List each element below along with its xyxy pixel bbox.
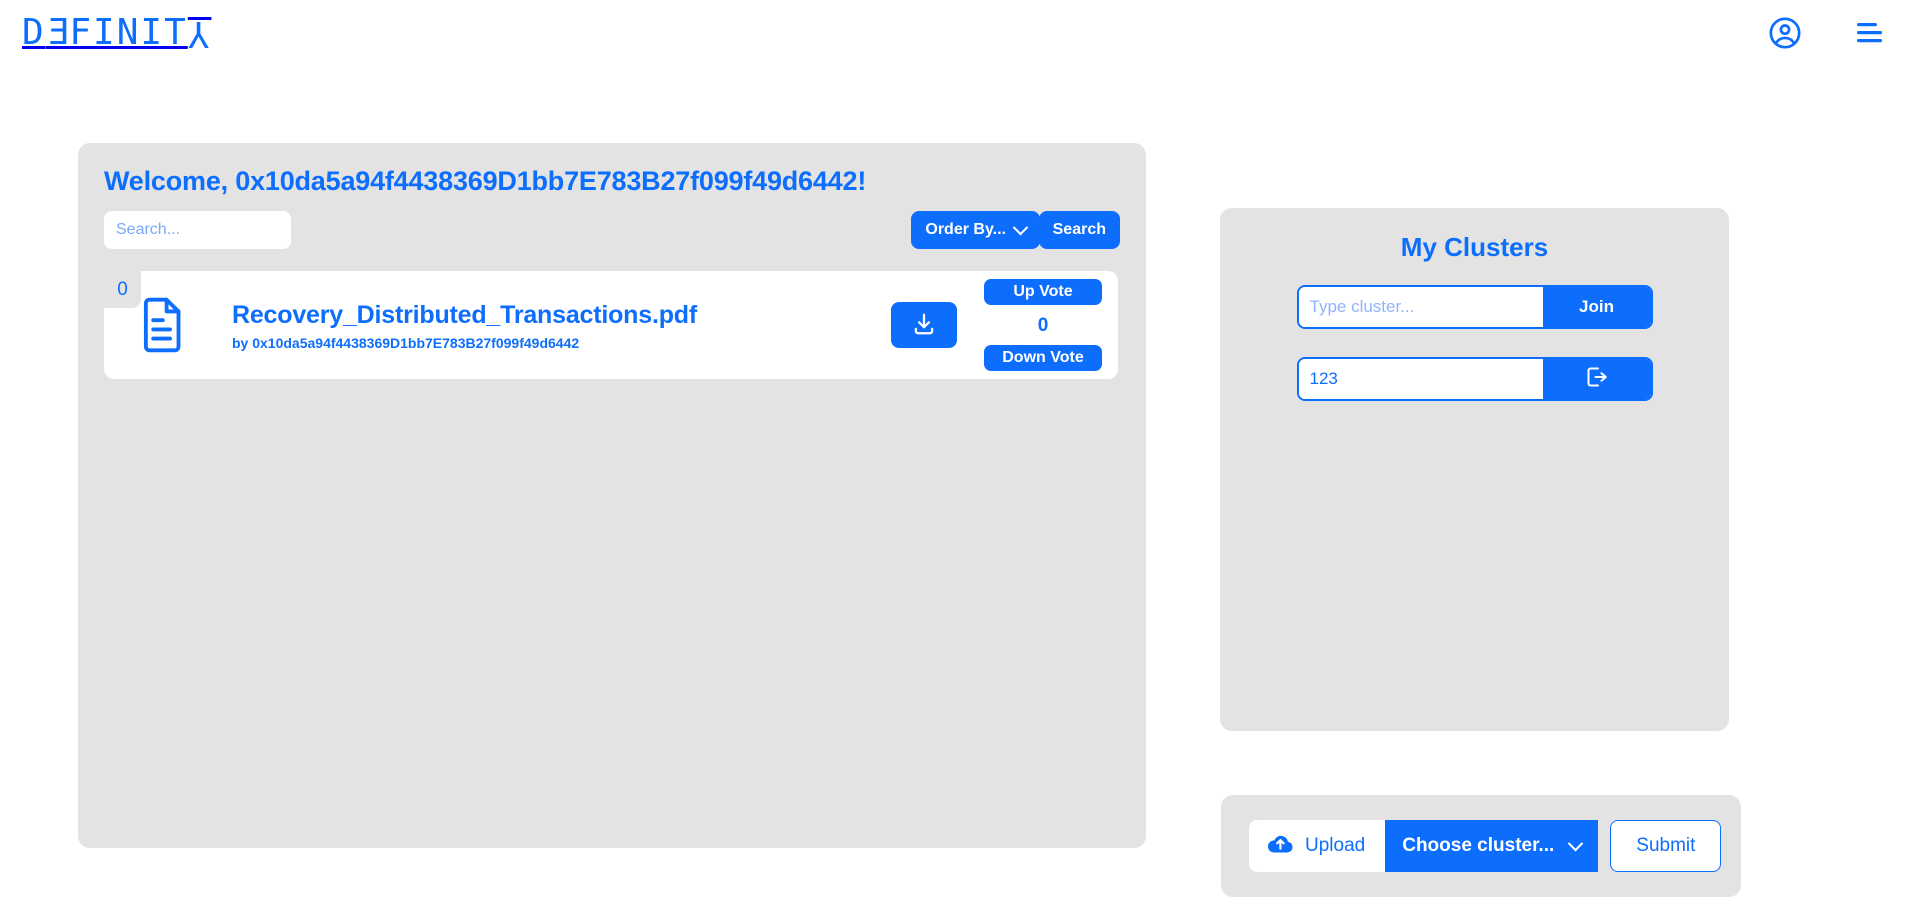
- cluster-joined-row: [1296, 357, 1653, 402]
- files-panel: Welcome, 0x10da5a94f4438369D1bb7E783B27f…: [78, 143, 1146, 848]
- order-by-label: Order By...: [925, 221, 1006, 239]
- choose-cluster-dropdown[interactable]: Choose cluster...: [1385, 820, 1599, 872]
- file-author: by 0x10da5a94f4438369D1bb7E783B27f099f49…: [232, 335, 580, 352]
- up-vote-button[interactable]: Up Vote: [984, 279, 1102, 306]
- user-circle-icon[interactable]: [1768, 16, 1802, 50]
- vote-control: Up Vote 0 Down Vote: [984, 271, 1102, 379]
- join-cluster-button[interactable]: Join: [1542, 287, 1651, 328]
- navbar-icon-group: [1768, 16, 1896, 50]
- down-vote-button[interactable]: Down Vote: [984, 345, 1102, 372]
- leave-cluster-icon: [1585, 365, 1609, 394]
- hamburger-menu-icon[interactable]: [1852, 20, 1886, 46]
- upload-button-label: Upload: [1305, 835, 1366, 856]
- leave-cluster-button[interactable]: [1542, 359, 1651, 400]
- files-controls-row: Order By... Search: [104, 211, 1120, 253]
- vote-count: 0: [1037, 314, 1049, 336]
- upload-panel: Upload Choose cluster... Submit: [1221, 795, 1741, 897]
- brand-logo-text: D E FINIT Y: [22, 11, 212, 54]
- file-rank-badge: 0: [104, 271, 141, 309]
- cluster-name-input[interactable]: [1298, 287, 1543, 328]
- cloud-upload-icon: [1267, 833, 1294, 860]
- welcome-title: Welcome, 0x10da5a94f4438369D1bb7E783B27f…: [104, 166, 867, 196]
- brand-logo[interactable]: D E FINIT Y: [22, 11, 211, 55]
- top-navbar: D E FINIT Y: [0, 0, 1920, 65]
- cluster-join-row: Join: [1296, 285, 1653, 330]
- file-list: 0 Recovery_Distributed_Transactions.pdf …: [104, 271, 1120, 380]
- file-list-item[interactable]: 0 Recovery_Distributed_Transactions.pdf …: [104, 271, 1118, 380]
- joined-cluster-input[interactable]: [1298, 359, 1543, 400]
- chevron-down-icon: [1012, 219, 1029, 236]
- download-icon: [911, 311, 937, 340]
- submit-button[interactable]: Submit: [1610, 820, 1722, 872]
- file-meta: Recovery_Distributed_Transactions.pdf by…: [232, 300, 891, 351]
- file-name[interactable]: Recovery_Distributed_Transactions.pdf: [232, 300, 891, 331]
- search-button[interactable]: Search: [1038, 211, 1120, 250]
- document-icon: [140, 296, 184, 354]
- chevron-down-icon: [1567, 835, 1584, 851]
- choose-cluster-label: Choose cluster...: [1402, 835, 1555, 856]
- upload-button[interactable]: Upload: [1249, 820, 1386, 872]
- clusters-title: My Clusters: [1400, 232, 1549, 262]
- clusters-panel: My Clusters Join: [1220, 208, 1729, 731]
- order-by-dropdown[interactable]: Order By...: [911, 211, 1040, 250]
- page-body: Welcome, 0x10da5a94f4438369D1bb7E783B27f…: [0, 65, 1920, 913]
- search-input[interactable]: [104, 211, 291, 250]
- download-button[interactable]: [891, 302, 957, 349]
